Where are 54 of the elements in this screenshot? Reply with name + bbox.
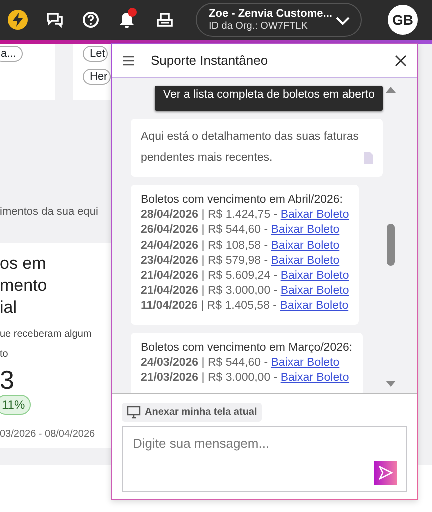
invoice-line: 11/04/2026 | R$ 1.405,58 - [141, 300, 278, 312]
download-link[interactable]: Baixar Boleto [280, 285, 350, 298]
chevron-down-icon [335, 14, 351, 26]
panel-title: Suporte Instantâneo [151, 52, 268, 70]
close-icon[interactable] [395, 54, 407, 66]
metric-description: to [0, 348, 10, 362]
download-link[interactable]: Baixar Boleto [271, 224, 340, 236]
send-icon [378, 466, 392, 480]
download-link[interactable]: Baixar Boleto [280, 372, 350, 384]
scrollbar-drawing[interactable] [385, 86, 397, 388]
org-id: ID da Org.: OW7FTLK [209, 21, 309, 33]
list-heading: Boletos com vencimento em Abril/2026: [141, 193, 344, 208]
date-range: 03/2026 - 08/04/2026 [0, 429, 96, 440]
invoice-line: 23/04/2026 | R$ 579,98 - [141, 254, 270, 267]
download-link[interactable]: Baixar Boleto [280, 270, 350, 282]
help-icon[interactable] [82, 11, 100, 29]
invoice-line: 21/03/2026 | R$ 3.000,00 - [141, 372, 279, 384]
download-link[interactable]: Baixar Boleto [271, 240, 340, 252]
download-link[interactable]: Baixar Boleto [280, 209, 350, 222]
message-text: Aqui está o detalhamento das suas faturas pendentes mais recentes. [141, 130, 360, 166]
invoice-line: 21/04/2026 | R$ 3.000,00 - [141, 285, 279, 298]
printer-icon[interactable] [156, 12, 174, 28]
download-link[interactable]: Baixar Boleto [271, 356, 340, 369]
message-input[interactable]: Digite sua mensagem... [122, 426, 407, 492]
monitor-icon [127, 406, 141, 419]
invoice-line: 24/03/2026 | R$ 544,60 - [141, 356, 270, 369]
download-link[interactable]: Baixar Boleto [280, 300, 349, 312]
metric-description: ue receberam algum [0, 328, 93, 342]
metric-value: 3 [0, 365, 14, 395]
org-selector[interactable]: Zoe - Zenvia Custome... ID da Org.: OW7FTLK [196, 3, 362, 37]
avatar[interactable]: GB [388, 5, 418, 35]
invoice-line: 21/04/2026 | R$ 5.609,24 - [141, 270, 279, 282]
invoice-line: 28/04/2026 | R$ 1.424,75 - [141, 209, 279, 222]
section-subtitle: imentos da sua equi [0, 205, 98, 220]
lightning-icon[interactable] [8, 10, 28, 30]
metric-title: mento [0, 275, 48, 297]
tag-pill[interactable]: a... [0, 46, 24, 62]
metric-title: ial [0, 297, 18, 319]
user-message: Ver a lista completa de boletos em aberto [155, 86, 383, 112]
list-heading: Boletos com vencimento em Março/2026: [141, 340, 353, 356]
menu-icon[interactable] [122, 54, 135, 66]
send-button[interactable] [374, 461, 397, 485]
org-name: Zoe - Zenvia Custome... [209, 7, 334, 21]
bell-icon[interactable] [118, 11, 136, 29]
change-badge: 11% [0, 395, 32, 415]
tag-pill[interactable]: Let [83, 46, 108, 62]
attach-screen-button[interactable]: Anexar minha tela atual [122, 403, 262, 422]
metric-title: os em [0, 253, 48, 275]
invoice-line: 26/04/2026 | R$ 544,60 - [141, 224, 270, 236]
download-link[interactable]: Baixar Boleto [271, 254, 340, 267]
document-icon [364, 152, 373, 164]
chat-icon[interactable] [46, 11, 64, 29]
invoice-line: 24/04/2026 | R$ 108,58 - [141, 240, 270, 252]
tag-pill[interactable]: Her [83, 69, 111, 85]
